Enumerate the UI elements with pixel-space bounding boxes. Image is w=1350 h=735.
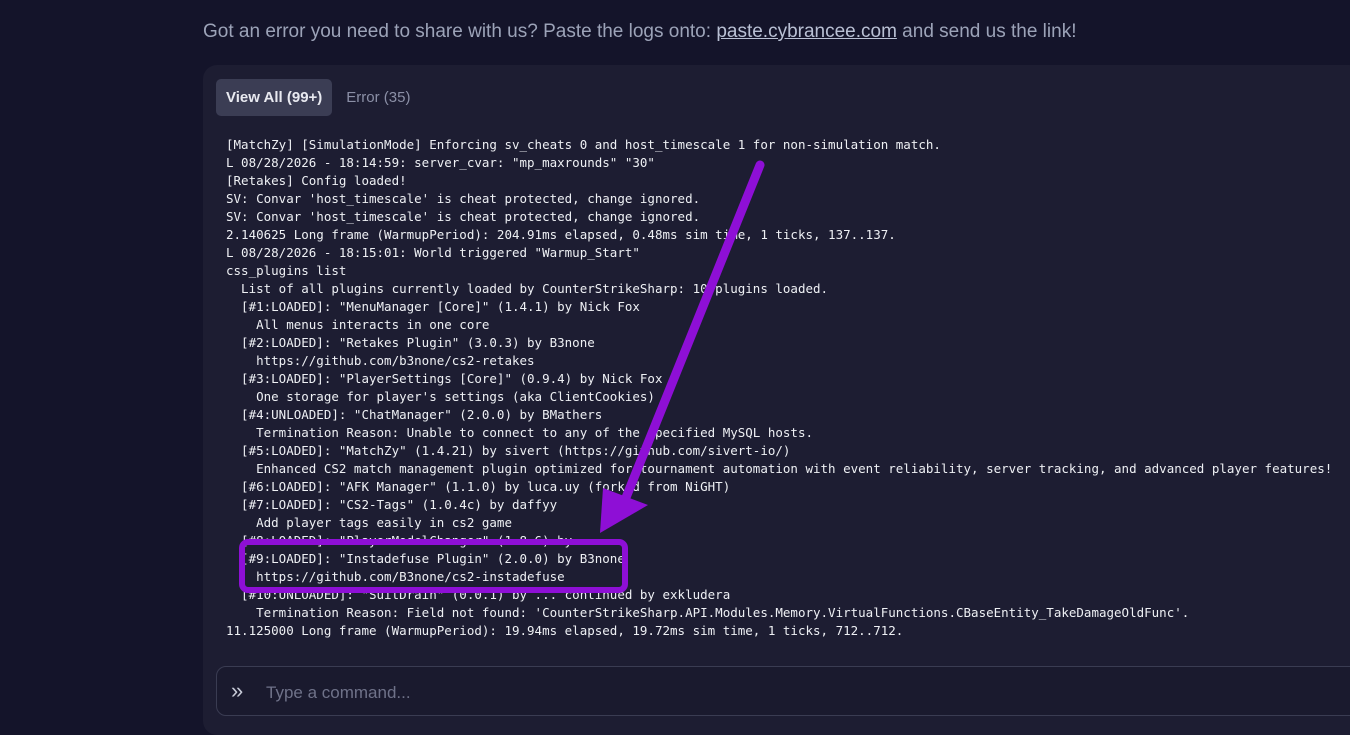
log-line: Termination Reason: Field not found: 'Co… <box>226 605 1190 620</box>
help-prefix: Got an error you need to share with us? … <box>203 21 717 42</box>
tab-error[interactable]: Error (35) <box>336 79 420 116</box>
log-line: [MatchZy] [SimulationMode] Enforcing sv_… <box>226 137 941 152</box>
paste-link[interactable]: paste.cybrancee.com <box>716 21 897 42</box>
log-line: [#6:LOADED]: "AFK Manager" (1.1.0) by lu… <box>226 479 731 494</box>
log-line: SV: Convar 'host_timescale' is cheat pro… <box>226 191 701 206</box>
log-line: All menus interacts in one core <box>226 317 490 332</box>
help-suffix: and send us the link! <box>896 21 1077 42</box>
log-line: L 08/28/2026 - 18:14:59: server_cvar: "m… <box>226 155 655 170</box>
log-line: https://github.com/B3none/cs2-instadefus… <box>226 569 565 584</box>
log-line: [#3:LOADED]: "PlayerSettings [Core]" (0.… <box>226 371 663 386</box>
command-input[interactable] <box>264 679 1268 707</box>
log-line: [#5:LOADED]: "MatchZy" (1.4.21) by siver… <box>226 443 791 458</box>
log-line: List of all plugins currently loaded by … <box>226 281 829 296</box>
log-line: [#10:UNLOADED]: "SuitDrain" (0.0.1) by .… <box>226 587 731 602</box>
tab-view-all[interactable]: View All (99+) <box>216 79 333 116</box>
command-bar[interactable]: » <box>216 666 1350 716</box>
log-line: Enhanced CS2 match management plugin opt… <box>226 461 1333 476</box>
log-line: SV: Convar 'host_timescale' is cheat pro… <box>226 209 701 224</box>
log-line: https://github.com/b3none/cs2-retakes <box>226 353 535 368</box>
log-line: css_plugins list <box>226 263 347 278</box>
console-log: [MatchZy] [SimulationMode] Enforcing sv_… <box>226 136 1350 640</box>
log-line: 11.125000 Long frame (WarmupPeriod): 19.… <box>226 623 904 638</box>
log-line: [Retakes] Config loaded! <box>226 173 407 188</box>
log-line: [#2:LOADED]: "Retakes Plugin" (3.0.3) by… <box>226 335 595 350</box>
log-tabs: View All (99+) Error (35) <box>216 79 420 116</box>
double-chevron-right-icon: » <box>231 678 244 703</box>
log-line: Termination Reason: Unable to connect to… <box>226 425 813 440</box>
log-line: Add player tags easily in cs2 game <box>226 515 512 530</box>
help-text: Got an error you need to share with us? … <box>203 21 1076 43</box>
log-line: One storage for player's settings (aka C… <box>226 389 655 404</box>
log-line: L 08/28/2026 - 18:15:01: World triggered… <box>226 245 640 260</box>
log-line: [#9:LOADED]: "Instadefuse Plugin" (2.0.0… <box>226 551 625 566</box>
log-line: 2.140625 Long frame (WarmupPeriod): 204.… <box>226 227 896 242</box>
log-line: [#8:LOADED]: "PlayerModelChanger" (1.8.6… <box>226 533 603 548</box>
log-line: [#1:LOADED]: "MenuManager [Core]" (1.4.1… <box>226 299 640 314</box>
log-line: [#7:LOADED]: "CS2-Tags" (1.0.4c) by daff… <box>226 497 558 512</box>
log-line: [#4:UNLOADED]: "ChatManager" (2.0.0) by … <box>226 407 603 422</box>
console-panel: View All (99+) Error (35) [MatchZy] [Sim… <box>203 65 1350 735</box>
